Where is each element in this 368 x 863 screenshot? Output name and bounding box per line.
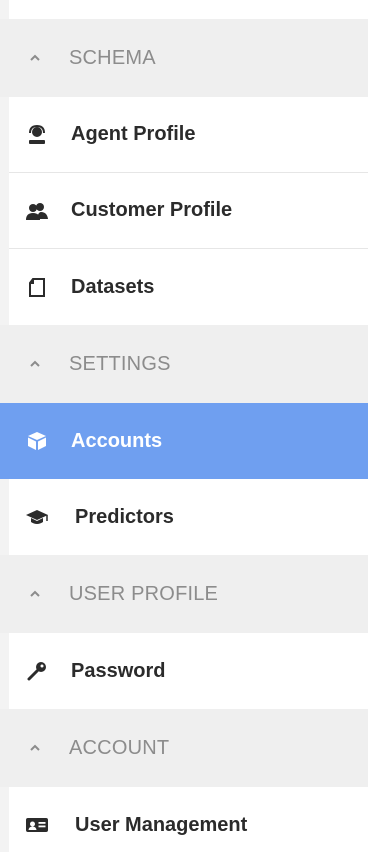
customers-icon xyxy=(25,199,49,223)
section-header-schema[interactable]: SCHEMA xyxy=(0,19,368,97)
sidebar-item-password[interactable]: Password xyxy=(9,633,368,709)
cube-icon xyxy=(25,429,49,453)
section-header-settings[interactable]: SETTINGS xyxy=(0,325,368,403)
section-title: SETTINGS xyxy=(69,352,171,375)
sidebar-item-label: Accounts xyxy=(71,429,163,452)
datasets-icon xyxy=(25,275,49,299)
sidebar-item-predictors[interactable]: Predictors xyxy=(9,479,368,555)
section-header-account[interactable]: ACCOUNT xyxy=(0,709,368,787)
sidebar-nav: SCHEMA Agent Profile Customer Profile Da… xyxy=(0,0,368,863)
sidebar-item-label: Datasets xyxy=(71,275,155,298)
section-title: SCHEMA xyxy=(69,46,156,69)
agent-icon xyxy=(25,123,49,147)
sidebar-item-label: Predictors xyxy=(75,505,174,528)
sidebar-item-accounts[interactable]: Accounts xyxy=(0,403,368,479)
sidebar-item-label: User Management xyxy=(75,813,248,836)
section-title: USER PROFILE xyxy=(69,582,219,605)
sidebar-item-customer-profile[interactable]: Customer Profile xyxy=(9,173,368,249)
sidebar-item-label: Password xyxy=(71,659,166,682)
sidebar-item-agent-profile[interactable]: Agent Profile xyxy=(9,97,368,173)
chevron-up-icon xyxy=(27,586,43,602)
chevron-up-icon xyxy=(27,356,43,372)
chevron-up-icon xyxy=(27,50,43,66)
sidebar-item-label: Customer Profile xyxy=(71,199,233,221)
sidebar-item-datasets[interactable]: Datasets xyxy=(9,249,368,325)
section-header-user-profile[interactable]: USER PROFILE xyxy=(0,555,368,633)
id-card-icon xyxy=(25,813,49,837)
graduation-cap-icon xyxy=(25,505,49,529)
key-icon xyxy=(25,659,49,683)
sidebar-item-label: Agent Profile xyxy=(71,123,196,145)
section-title: ACCOUNT xyxy=(69,736,170,759)
chevron-up-icon xyxy=(27,740,43,756)
